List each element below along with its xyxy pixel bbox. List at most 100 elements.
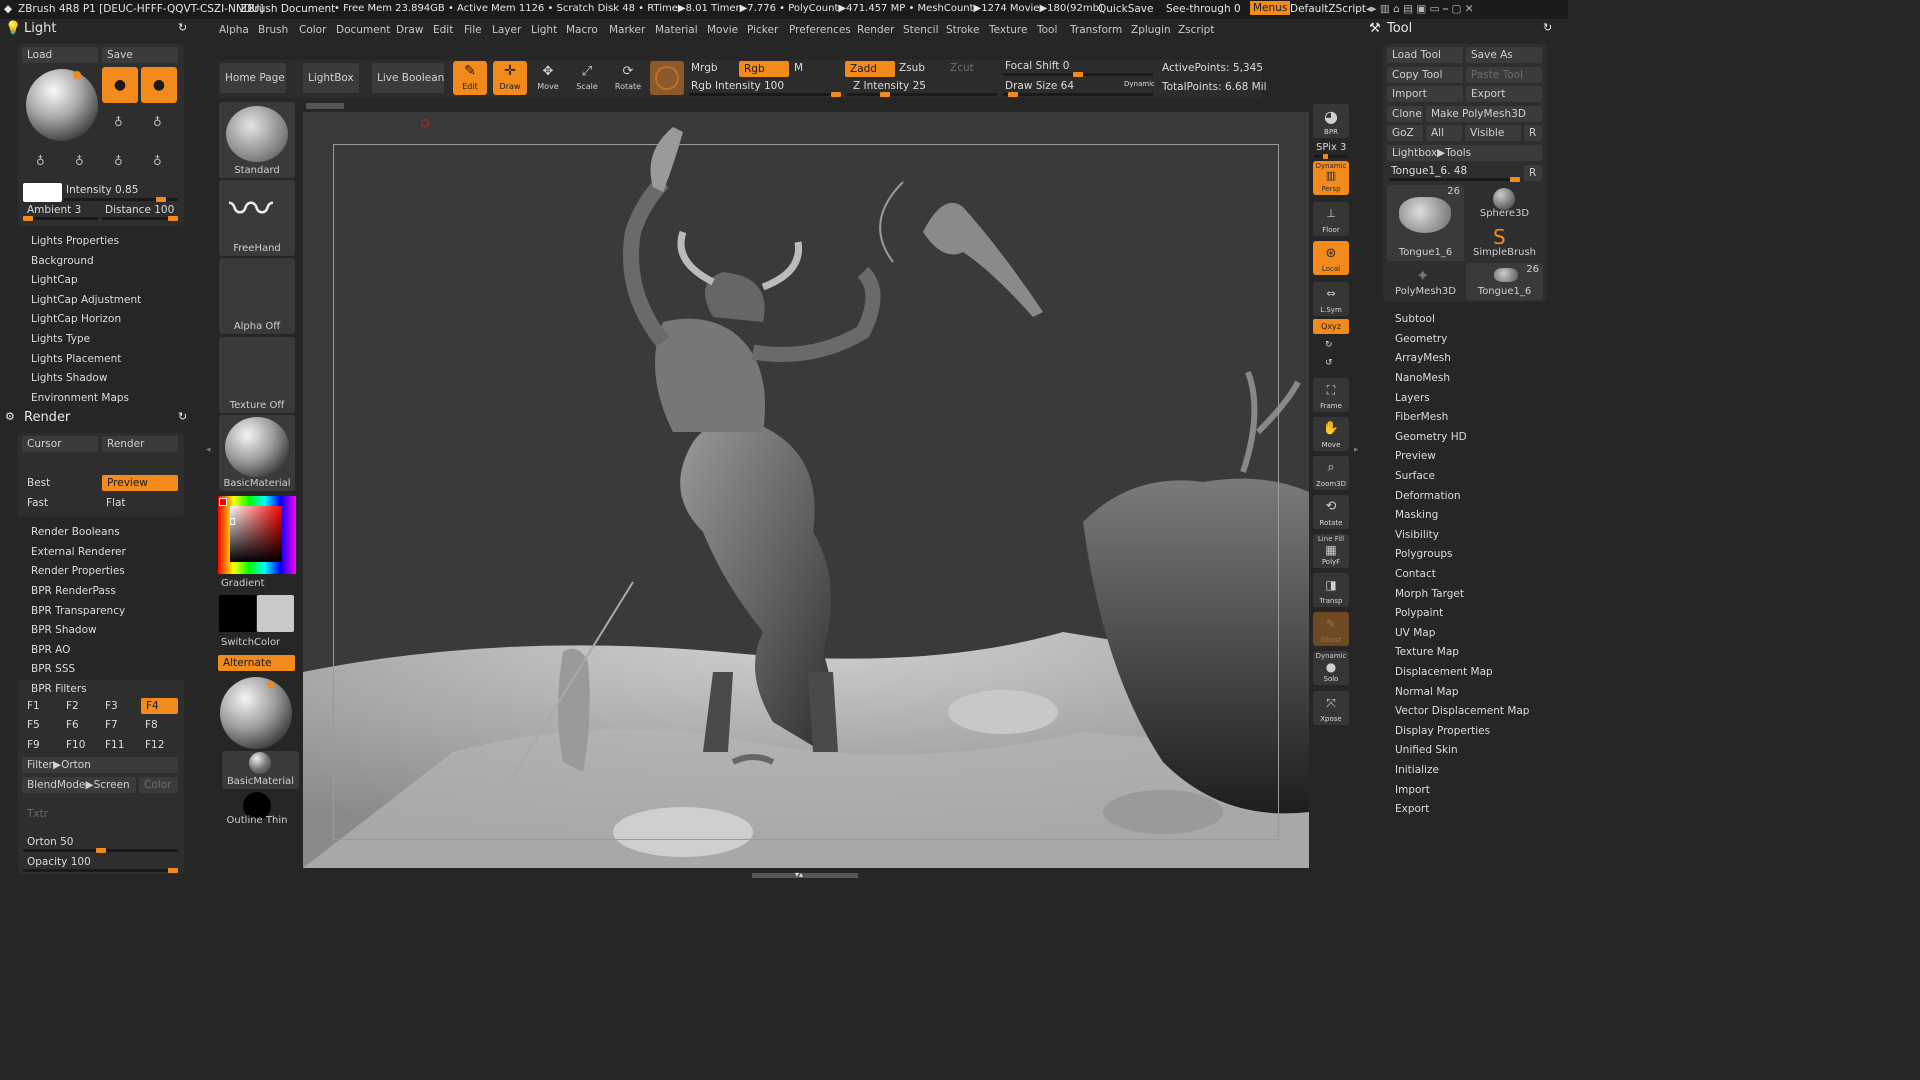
paste-tool-button[interactable]: Paste Tool (1466, 67, 1542, 83)
zoom3d-button[interactable]: ⌕ Zoom3D (1313, 456, 1349, 490)
filter-f3[interactable]: F3 (105, 700, 118, 712)
tool-export-button[interactable]: Export (1466, 86, 1542, 102)
menu-color[interactable]: Color (299, 24, 326, 36)
edit-mode-button[interactable]: ✎ Edit (453, 61, 487, 95)
menu-render[interactable]: Render (857, 24, 894, 36)
menu-preferences[interactable]: Preferences (789, 24, 851, 36)
filter-f10[interactable]: F10 (66, 739, 85, 751)
vector-displacement-map[interactable]: Vector Displacement Map (1395, 705, 1529, 717)
draw-size-handle[interactable] (1007, 92, 1018, 97)
current-tool-slider[interactable]: Tongue1_6. 48 (1391, 165, 1467, 177)
bottom-scroll-handle[interactable] (752, 873, 858, 878)
outline-thin-label[interactable]: Outline Thin (222, 815, 292, 826)
bpr-transparency[interactable]: BPR Transparency (31, 605, 125, 617)
color-mode-button[interactable] (650, 61, 684, 95)
z-intensity-handle[interactable] (879, 92, 890, 97)
polymesh3d-label[interactable]: PolyMesh3D (1387, 286, 1464, 297)
fast-render-button[interactable]: Fast (27, 497, 48, 509)
initialize[interactable]: Initialize (1395, 764, 1439, 776)
sphere3d-icon[interactable] (1493, 188, 1515, 210)
polymesh3d-icon[interactable]: ✦ (1416, 266, 1429, 285)
background[interactable]: Background (31, 255, 94, 267)
make-polymesh-button[interactable]: Make PolyMesh3D (1426, 106, 1542, 122)
light-sphere-preview[interactable] (26, 69, 98, 141)
filter-f2[interactable]: F2 (66, 700, 79, 712)
masking[interactable]: Masking (1395, 509, 1438, 521)
freehand-stroke-slot[interactable]: 〰 FreeHand (219, 180, 295, 256)
light-bulb-2-icon[interactable]: ● (141, 67, 177, 103)
bpr-sss[interactable]: BPR SSS (31, 663, 75, 675)
txtr-button[interactable]: Txtr (27, 808, 48, 820)
transp-button[interactable]: ◨ Transp (1313, 573, 1349, 607)
distance-slider[interactable]: Distance 100 (105, 204, 174, 216)
rgb-button[interactable]: Rgb (739, 61, 789, 77)
filter-f11[interactable]: F11 (105, 739, 124, 751)
save-as-button[interactable]: Save As (1466, 47, 1542, 63)
menu-layer[interactable]: Layer (492, 24, 521, 36)
current-tool-handle[interactable] (1510, 177, 1520, 182)
menu-draw[interactable]: Draw (396, 24, 423, 36)
best-render-button[interactable]: Best (27, 477, 50, 489)
light-bulb-8-icon[interactable]: ♁ (153, 154, 162, 168)
rotate-y-icon[interactable]: ↻ (1325, 340, 1333, 350)
polyf-button[interactable]: Line Fill ▦ PolyF (1313, 534, 1349, 568)
distance-handle[interactable] (168, 216, 178, 221)
menus-toggle[interactable]: Menus (1250, 1, 1291, 15)
rgb-intensity-track[interactable] (689, 92, 841, 97)
rotate-view-button[interactable]: ⟲ Rotate (1313, 495, 1349, 529)
menu-document[interactable]: Document (336, 24, 390, 36)
alternate-button[interactable]: Alternate (218, 655, 295, 671)
distance-track[interactable] (102, 216, 178, 221)
simplebrush-label[interactable]: SimpleBrush (1466, 247, 1543, 258)
filter-f6[interactable]: F6 (66, 719, 79, 731)
light-load-button[interactable]: Load (22, 47, 98, 63)
main-color-swatch[interactable] (219, 595, 256, 632)
deformation[interactable]: Deformation (1395, 490, 1461, 502)
tool-import[interactable]: Import (1395, 784, 1430, 796)
orton-track[interactable] (23, 848, 178, 853)
solo-button[interactable]: Dynamic ● Solo (1313, 651, 1349, 685)
scale-mode-button[interactable]: ⤢ Scale (570, 61, 604, 95)
material-light-dot[interactable] (267, 681, 274, 688)
xpose-button[interactable]: ⤧ Xpose (1313, 691, 1349, 725)
filter-f8[interactable]: F8 (145, 719, 158, 731)
lightbox-tools-button[interactable]: Lightbox▶Tools (1387, 145, 1542, 161)
focal-shift-handle[interactable] (1073, 72, 1083, 77)
opacity-track[interactable] (23, 868, 178, 873)
light-save-button[interactable]: Save (102, 47, 178, 63)
filter-f7[interactable]: F7 (105, 719, 118, 731)
copy-tool-button[interactable]: Copy Tool (1387, 67, 1463, 83)
secondary-color-swatch[interactable] (257, 595, 294, 632)
orton-handle[interactable] (95, 848, 106, 853)
ghost-button[interactable]: ✎ Ghost (1313, 612, 1349, 646)
light-bulb-6-icon[interactable]: ♁ (75, 154, 84, 168)
light-position-dot[interactable] (73, 71, 81, 79)
surface[interactable]: Surface (1395, 470, 1435, 482)
tool-export[interactable]: Export (1395, 803, 1429, 815)
ambient-track[interactable] (23, 216, 98, 221)
bpr-shadow[interactable]: BPR Shadow (31, 624, 97, 636)
visibility[interactable]: Visibility (1395, 529, 1439, 541)
subtool[interactable]: Subtool (1395, 313, 1435, 325)
opacity-slider[interactable]: Opacity 100 (27, 856, 91, 868)
bpr-renderpass[interactable]: BPR RenderPass (31, 585, 116, 597)
rotate-mode-button[interactable]: ⟳ Rotate (611, 61, 645, 95)
move-mode-button[interactable]: ✥ Move (531, 61, 565, 95)
light-bulb-3-icon[interactable]: ♁ (114, 115, 123, 129)
color-marker[interactable] (230, 518, 235, 525)
unified-skin[interactable]: Unified Skin (1395, 744, 1458, 756)
uv-map[interactable]: UV Map (1395, 627, 1435, 639)
light-intensity-slider[interactable]: Intensity 0.85 (66, 184, 138, 196)
render-properties[interactable]: Render Properties (31, 565, 125, 577)
contact[interactable]: Contact (1395, 568, 1436, 580)
opacity-handle[interactable] (168, 868, 178, 873)
menu-material[interactable]: Material (655, 24, 698, 36)
flat-render-button[interactable]: Flat (106, 497, 126, 509)
floor-button[interactable]: ⊥ Floor (1313, 202, 1349, 236)
lights-placement[interactable]: Lights Placement (31, 353, 121, 365)
focal-shift-slider[interactable]: Focal Shift 0 (1005, 60, 1069, 72)
render-booleans[interactable]: Render Booleans (31, 526, 120, 538)
switchcolor-button[interactable]: SwitchColor (221, 637, 280, 648)
focal-shift-track[interactable] (1003, 72, 1153, 77)
filter-f4[interactable]: F4 (141, 698, 178, 714)
